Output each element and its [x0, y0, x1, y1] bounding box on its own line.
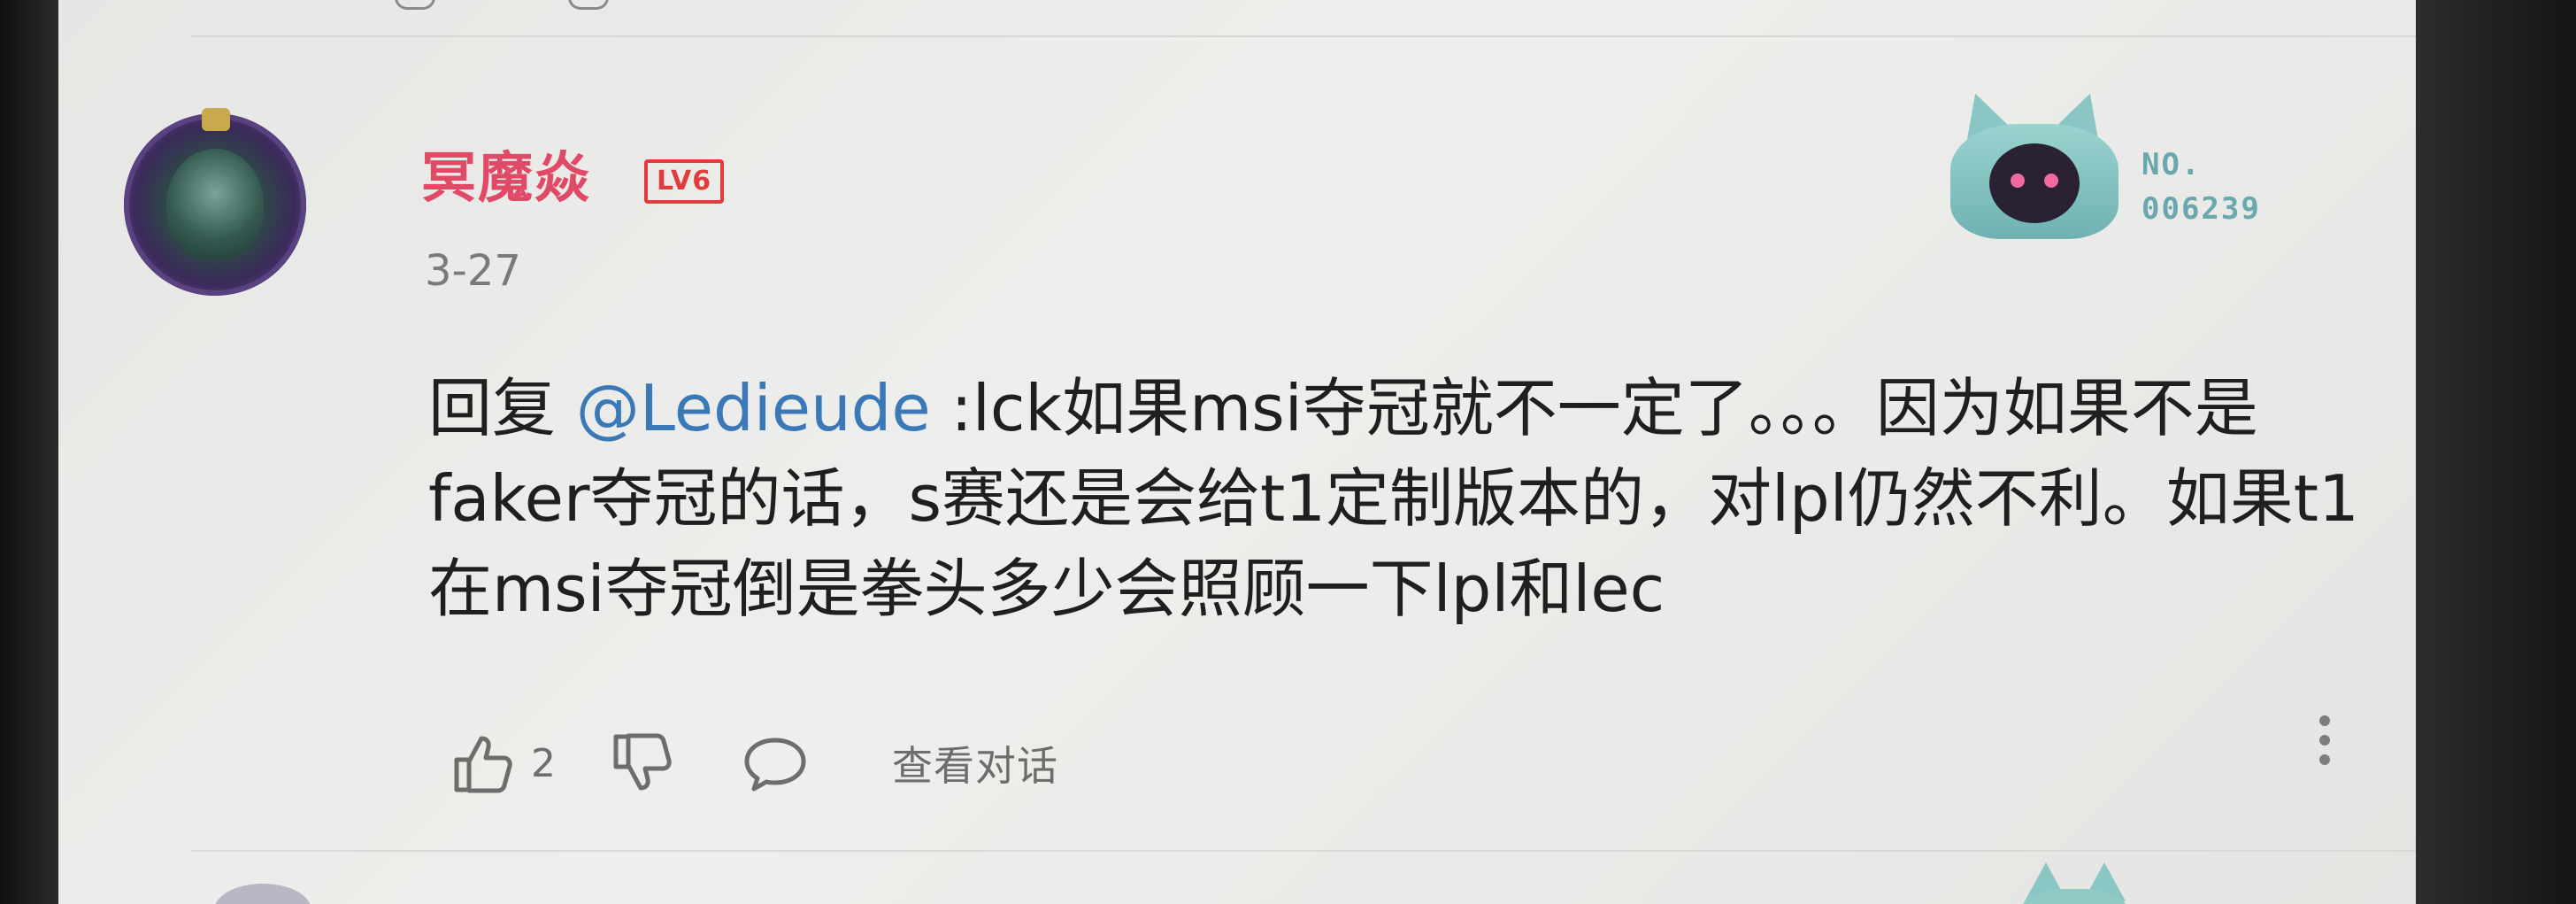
- bottom-divider: [191, 850, 2416, 852]
- more-vertical-icon[interactable]: [2311, 715, 2338, 777]
- level-badge: LV6: [644, 159, 725, 204]
- mention-link[interactable]: @Ledieude: [576, 371, 931, 445]
- top-divider: [191, 35, 2416, 37]
- right-bezel: [2416, 0, 2576, 904]
- like-count: 2: [531, 740, 556, 786]
- comment-date: 3-27: [425, 246, 521, 296]
- previous-dislike-icon[interactable]: [568, 0, 609, 10]
- fan-badge-no-label: NO.: [2142, 147, 2202, 182]
- view-conversation-link[interactable]: 查看对话: [892, 734, 1058, 792]
- left-bezel: [0, 0, 58, 904]
- fan-badge-number: 006239: [2142, 191, 2261, 227]
- next-comment-avatar[interactable]: [214, 884, 311, 904]
- reply-prefix: 回复: [428, 371, 576, 445]
- previous-like-icon[interactable]: [395, 0, 435, 10]
- fan-badge: NO. 006239: [1942, 84, 2287, 244]
- thumbs-up-icon[interactable]: [448, 728, 519, 799]
- next-fan-badge-icon: [2021, 862, 2127, 904]
- previous-comment-actions: [395, 0, 609, 10]
- comment-text: 回复 @Ledieude :lck如果msi夺冠就不一定了。。。因为如果不是fa…: [428, 363, 2366, 634]
- chat-bubble-icon[interactable]: [740, 728, 811, 799]
- fan-badge-character-icon: [1942, 84, 2127, 241]
- comment-screen: 冥魔焱 LV6 3-27 NO. 006239 回复 @Ledieude :lc…: [58, 0, 2416, 904]
- avatar[interactable]: [124, 108, 306, 296]
- username[interactable]: 冥魔焱: [421, 133, 591, 212]
- thumbs-down-icon[interactable]: [607, 728, 678, 799]
- comment-actions: 2 查看对话: [448, 728, 1058, 799]
